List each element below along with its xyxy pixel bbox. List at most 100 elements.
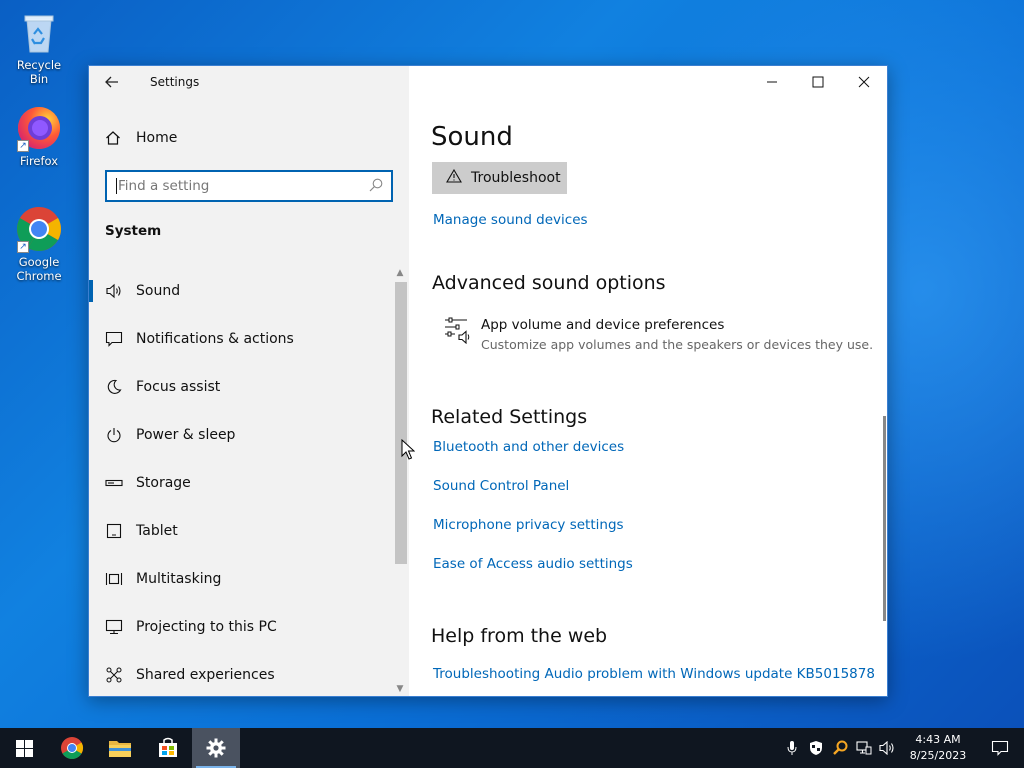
sidebar-item-projecting[interactable]: Projecting to this PC bbox=[89, 603, 393, 651]
chrome-icon bbox=[61, 737, 83, 759]
recycle-bin-icon bbox=[15, 8, 63, 56]
close-button[interactable] bbox=[841, 66, 887, 98]
sidebar-item-sound[interactable]: Sound bbox=[89, 267, 393, 315]
titlebar: Settings bbox=[89, 66, 409, 98]
window-title: Settings bbox=[150, 75, 200, 89]
taskbar: 4:43 AM 8/25/2023 bbox=[0, 728, 1024, 768]
moon-icon bbox=[105, 378, 123, 396]
firefox-icon: ↗ bbox=[15, 104, 63, 152]
related-settings-heading: Related Settings bbox=[431, 406, 588, 428]
tablet-icon bbox=[105, 522, 123, 540]
scroll-down-icon[interactable]: ▼ bbox=[393, 682, 407, 696]
text-caret bbox=[116, 178, 117, 194]
back-arrow-icon bbox=[105, 76, 118, 88]
search-input[interactable] bbox=[118, 178, 369, 194]
main-scrollbar[interactable] bbox=[883, 416, 886, 621]
taskbar-store-button[interactable] bbox=[144, 728, 192, 768]
settings-window: Settings Home System Sound bbox=[88, 65, 888, 697]
desktop-icon-label: Firefox bbox=[19, 154, 59, 168]
desktop-icon-recycle-bin[interactable]: Recycle Bin bbox=[6, 8, 72, 86]
gear-icon bbox=[206, 738, 226, 758]
multitasking-icon bbox=[105, 570, 123, 588]
maximize-icon bbox=[812, 76, 824, 88]
scroll-up-icon[interactable]: ▲ bbox=[393, 266, 407, 280]
taskbar-file-explorer-button[interactable] bbox=[96, 728, 144, 768]
mixer-icon bbox=[443, 316, 471, 346]
home-nav-item[interactable]: Home bbox=[89, 118, 409, 158]
network-icon[interactable] bbox=[852, 728, 876, 768]
speaker-icon bbox=[105, 282, 123, 300]
sidebar-item-label: Power & sleep bbox=[136, 427, 236, 443]
sidebar-item-multitasking[interactable]: Multitasking bbox=[89, 555, 393, 603]
bluetooth-devices-link[interactable]: Bluetooth and other devices bbox=[433, 439, 624, 455]
sidebar-nav-list: Sound Notifications & actions Focus assi… bbox=[89, 267, 393, 696]
taskbar-settings-button[interactable] bbox=[192, 728, 240, 768]
volume-icon[interactable] bbox=[876, 728, 900, 768]
mouse-cursor-icon bbox=[401, 439, 415, 460]
search-box[interactable] bbox=[105, 170, 393, 202]
app-volume-text: App volume and device preferences Custom… bbox=[481, 316, 873, 352]
app-volume-title: App volume and device preferences bbox=[481, 317, 725, 333]
sound-control-panel-link[interactable]: Sound Control Panel bbox=[433, 478, 569, 494]
shared-experiences-icon bbox=[105, 666, 123, 684]
close-icon bbox=[858, 76, 870, 88]
sidebar-item-label: Shared experiences bbox=[136, 667, 275, 683]
window-controls bbox=[749, 66, 887, 98]
search-tray-icon[interactable] bbox=[828, 728, 852, 768]
troubleshoot-label: Troubleshoot bbox=[471, 170, 561, 186]
sidebar-item-label: Tablet bbox=[136, 523, 178, 539]
microphone-icon[interactable] bbox=[780, 728, 804, 768]
shortcut-arrow-icon: ↗ bbox=[17, 241, 29, 253]
shortcut-arrow-icon: ↗ bbox=[17, 140, 29, 152]
page-title: Sound bbox=[431, 122, 513, 152]
desktop-icon-firefox[interactable]: ↗ Firefox bbox=[6, 104, 72, 168]
help-link-audio-troubleshooting[interactable]: Troubleshooting Audio problem with Windo… bbox=[433, 666, 875, 682]
scrollbar-thumb[interactable] bbox=[395, 282, 407, 564]
sidebar-item-label: Focus assist bbox=[136, 379, 221, 395]
home-icon bbox=[105, 130, 123, 146]
security-shield-icon[interactable] bbox=[804, 728, 828, 768]
maximize-button[interactable] bbox=[795, 66, 841, 98]
action-center-button[interactable] bbox=[976, 728, 1024, 768]
chrome-icon: ↗ bbox=[15, 205, 63, 253]
advanced-sound-options-heading: Advanced sound options bbox=[432, 272, 666, 294]
desktop-icon-label: Google Chrome bbox=[16, 255, 62, 283]
action-center-icon bbox=[991, 740, 1009, 756]
manage-sound-devices-link[interactable]: Manage sound devices bbox=[433, 212, 588, 228]
warning-icon bbox=[446, 168, 462, 187]
folder-icon bbox=[109, 741, 131, 757]
desktop-icon-label: Recycle Bin bbox=[16, 58, 62, 86]
sidebar-item-label: Multitasking bbox=[136, 571, 222, 587]
sidebar-item-focus-assist[interactable]: Focus assist bbox=[89, 363, 393, 411]
help-from-web-heading: Help from the web bbox=[431, 625, 608, 647]
power-icon bbox=[105, 426, 123, 444]
sidebar-item-label: Notifications & actions bbox=[136, 331, 294, 347]
app-volume-preferences[interactable]: App volume and device preferences Custom… bbox=[443, 316, 873, 352]
projecting-icon bbox=[105, 618, 123, 636]
sidebar-item-power-sleep[interactable]: Power & sleep bbox=[89, 411, 393, 459]
windows-start-icon bbox=[15, 739, 33, 757]
sidebar-item-shared-experiences[interactable]: Shared experiences bbox=[89, 651, 393, 696]
storage-icon bbox=[105, 474, 123, 492]
back-button[interactable] bbox=[89, 66, 135, 98]
clock-date: 8/25/2023 bbox=[909, 749, 967, 762]
minimize-icon bbox=[767, 81, 777, 83]
troubleshoot-button[interactable]: Troubleshoot bbox=[432, 162, 567, 194]
microphone-privacy-link[interactable]: Microphone privacy settings bbox=[433, 517, 624, 533]
sidebar-item-storage[interactable]: Storage bbox=[89, 459, 393, 507]
minimize-button[interactable] bbox=[749, 66, 795, 98]
taskbar-clock[interactable]: 4:43 AM 8/25/2023 bbox=[900, 732, 976, 764]
taskbar-chrome-button[interactable] bbox=[48, 728, 96, 768]
sidebar-item-tablet[interactable]: Tablet bbox=[89, 507, 393, 555]
search-icon[interactable] bbox=[369, 177, 383, 196]
sidebar-item-label: Storage bbox=[136, 475, 191, 491]
system-tray: 4:43 AM 8/25/2023 bbox=[780, 728, 1024, 768]
ease-of-access-audio-link[interactable]: Ease of Access audio settings bbox=[433, 556, 633, 572]
clock-time: 4:43 AM bbox=[915, 733, 961, 746]
sidebar-scrollbar[interactable]: ▲ ▼ bbox=[393, 266, 407, 696]
sidebar-item-notifications[interactable]: Notifications & actions bbox=[89, 315, 393, 363]
desktop-icon-chrome[interactable]: ↗ Google Chrome bbox=[6, 205, 72, 283]
app-volume-description: Customize app volumes and the speakers o… bbox=[481, 337, 874, 352]
settings-main-content: Sound Troubleshoot Manage sound devices … bbox=[409, 66, 887, 696]
start-button[interactable] bbox=[0, 728, 48, 768]
